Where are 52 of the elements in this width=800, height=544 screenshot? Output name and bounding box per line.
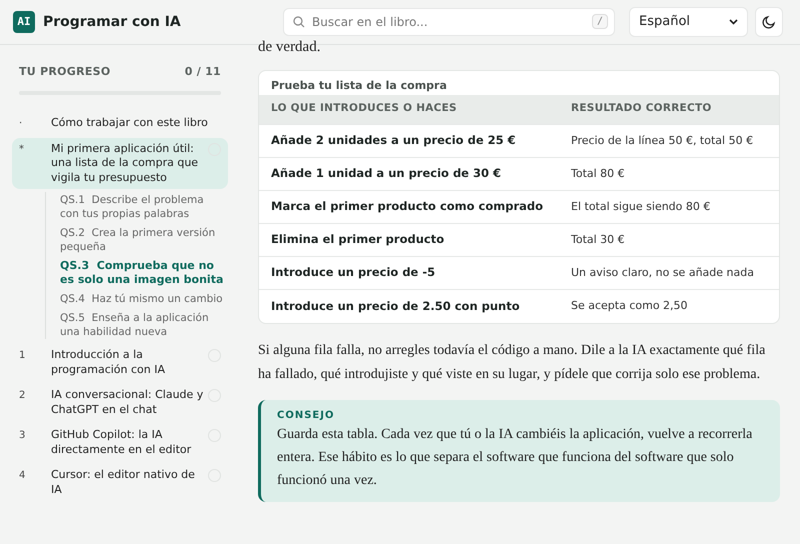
chapter-item[interactable]: 1 Introducción a la programación con IA [12,344,228,381]
chapter-title: IA conversacional: Claude y ChatGPT en el chat [51,388,204,417]
chapter-marker: 4 [19,469,26,483]
paragraph-text: Si alguna fila falla, no arregles todavía el código a mano. Dile a la IA exactamente qué fila ha fallado, qué introdujiste y qué viste en su lugar, y pídele que corrija solo ese problema. [258,342,766,384]
table-cell: Total 30 € [559,224,779,256]
progress-label: TU PROGRESO [19,64,110,80]
table-cell: Un aviso claro, no se añade nada [559,256,779,290]
chapter-item[interactable]: 3 GitHub Copilot: la IA directamente en el editor [12,424,228,461]
section-link[interactable]: QS.4 Haz tú mismo un cambio [60,292,224,306]
shortcut-key: / [592,14,608,29]
section-link[interactable]: QS.2 Crea la primera versión pequeña [60,226,224,254]
table-cell: Añade 2 unidades a un precio de 25 € [259,124,559,158]
tip-label: CONSEJO [277,408,336,422]
search-icon [293,16,305,28]
column-header: LO QUE INTRODUCES O HACES [259,94,559,124]
table-cell: Añade 1 unidad a un precio de 30 € [259,158,559,190]
chapter-marker: 1 [19,349,26,363]
logo-icon: AI [13,11,35,33]
chapter-item[interactable]: 2 IA conversacional: Claude y ChatGPT en el chat [12,384,228,421]
chapter-item[interactable]: * Mi primera aplicación útil: una lista de la compra que vigila tu presupuesto [12,138,228,189]
progress-count: 0 / 11 [184,64,221,80]
chapter-marker: · [19,116,24,130]
chapter-marker: * [19,142,25,156]
chapter-title: Cursor: el editor nativo de IA [51,468,196,497]
table-cell: Total 80 € [559,158,779,190]
chapter-title: Introducción a la programación con IA [51,348,166,377]
site-title: Programar con IA [43,12,181,32]
table-cell: Introduce un precio de 2.50 con punto [259,290,559,322]
section-link[interactable]: QS.5 Enseña a la aplicación una habilidad nueva [60,311,224,339]
paragraph-text: de verdad. [258,39,322,55]
tip-text: Guarda esta tabla. Cada vez que tú o la IA cambiéis la aplicación, vuelve a recorrerla entera. Ese hábito es lo que separa el software que funciona del software que solo funcionó una vez. [277,426,754,490]
theme-toggle-button[interactable] [755,7,783,37]
table-cell: El total sigue siendo 80 € [559,190,779,224]
chapter-title: Mi primera aplicación útil: una lista de la compra que vigila tu presupuesto [51,142,200,185]
chapter-title: Cómo trabajar con este libro [51,116,209,130]
chapter-item[interactable]: · Cómo trabajar con este libro [12,112,228,134]
table-cell: Marca el primer producto como comprado [259,190,559,224]
table-cell: Introduce un precio de -5 [259,256,559,290]
section-link[interactable]: QS.1 Describe el problema con tus propias palabras [60,193,224,221]
chapter-marker: 2 [19,389,26,403]
chapter-marker: 3 [19,429,26,443]
table-cell: Precio de la línea 50 €, total 50 € [559,124,779,158]
chevron-icon [729,19,738,25]
table-cell: Elimina el primer producto [259,224,559,256]
column-header: RESULTADO CORRECTO [559,94,779,124]
chapter-item[interactable]: 4 Cursor: el editor nativo de IA [12,464,228,501]
table-cell: Se acepta como 2,50 [559,290,779,322]
section-link[interactable]: QS.3 Comprueba que no es solo una imagen bonita [60,259,224,287]
language-select[interactable]: Español [629,7,748,37]
chapter-title: GitHub Copilot: la IA directamente en el editor [51,428,192,457]
moon-icon [762,15,776,29]
table-caption: Prueba tu lista de la compra [270,78,448,94]
